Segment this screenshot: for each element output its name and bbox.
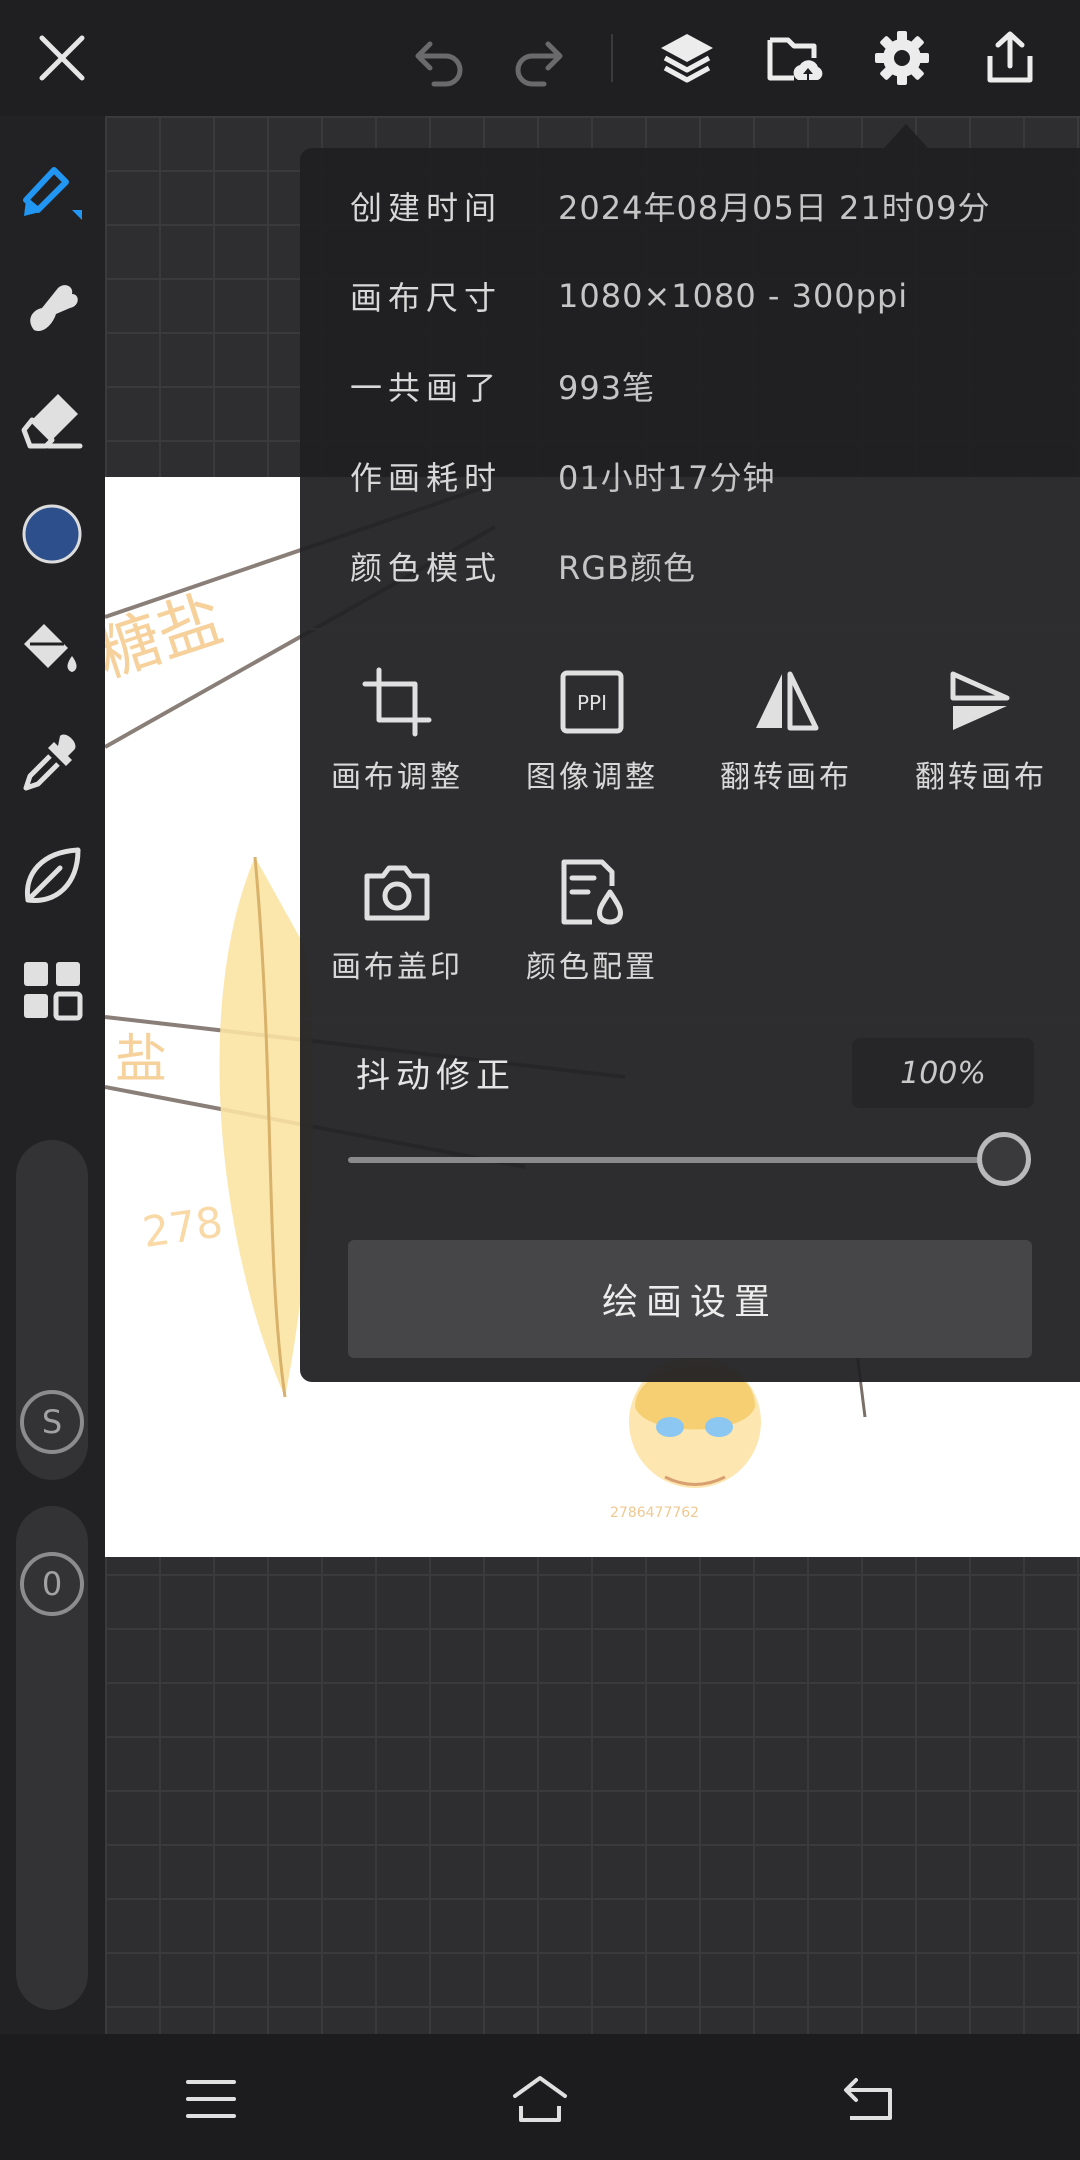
svg-text:278: 278 xyxy=(140,1197,226,1257)
home-icon[interactable] xyxy=(505,2064,575,2134)
camera-icon xyxy=(364,865,430,921)
eraser-icon[interactable] xyxy=(14,382,90,458)
menu-icon[interactable] xyxy=(176,2064,246,2134)
brush-opacity-value-button[interactable]: 0 xyxy=(20,1552,84,1616)
info-label: 作画耗时 xyxy=(350,459,503,497)
paint-settings-button[interactable]: 绘画设置 xyxy=(348,1240,1032,1358)
stabilizer-slider-track[interactable] xyxy=(348,1157,1004,1163)
crop-icon xyxy=(362,667,432,737)
app-root: S 0 糖盐 盐 278 2786477762 创建时间 2024年08月05日… xyxy=(0,0,1080,2160)
share-export-icon[interactable] xyxy=(974,22,1046,94)
canvas-stamp-button[interactable]: 画布盖印 xyxy=(317,856,477,1006)
smudge-finger-icon[interactable] xyxy=(14,268,90,344)
ppi-glyph: PPI xyxy=(577,691,607,715)
svg-text:2786477762: 2786477762 xyxy=(610,1505,699,1521)
info-value: 993笔 xyxy=(558,369,656,407)
stabilizer-value-field[interactable]: 100% xyxy=(852,1038,1034,1108)
info-row-canvas-size: 画布尺寸 1080×1080 - 300ppi xyxy=(350,266,908,326)
leaf-icon[interactable] xyxy=(14,838,90,914)
svg-text:糖盐: 糖盐 xyxy=(105,582,232,692)
info-label: 创建时间 xyxy=(350,189,503,227)
stabilizer-slider-thumb[interactable] xyxy=(977,1132,1031,1186)
flip-horizontal-icon xyxy=(756,671,819,731)
close-icon[interactable] xyxy=(26,22,98,94)
action-label: 画布调整 xyxy=(331,760,463,795)
brush-size-s-button[interactable]: S xyxy=(20,1390,84,1454)
action-label: 翻转画布 xyxy=(915,760,1047,795)
stabilizer-label: 抖动修正 xyxy=(356,1056,516,1096)
info-label: 一共画了 xyxy=(350,369,503,407)
image-adjust-button[interactable]: PPI 图像调整 xyxy=(512,666,672,816)
info-label: 颜色模式 xyxy=(350,549,503,587)
info-row-color-mode: 颜色模式 RGB颜色 xyxy=(350,536,696,596)
back-icon[interactable] xyxy=(834,2064,904,2134)
action-label: 画布盖印 xyxy=(331,950,463,985)
brush-opacity-label: 0 xyxy=(41,1565,63,1603)
ppi-icon: PPI xyxy=(560,670,624,734)
canvas-adjust-button[interactable]: 画布调整 xyxy=(317,666,477,816)
eyedropper-icon[interactable] xyxy=(14,724,90,800)
info-row-stroke-count: 一共画了 993笔 xyxy=(350,356,655,416)
brush-size-s-label: S xyxy=(41,1403,63,1441)
flip-canvas-vertical-button[interactable]: 翻转画布 xyxy=(901,666,1061,816)
info-row-drawing-time: 作画耗时 01小时17分钟 xyxy=(350,446,775,506)
paint-bucket-icon[interactable] xyxy=(14,610,90,686)
brush-pen-icon[interactable] xyxy=(14,154,90,230)
panel-divider xyxy=(300,628,1080,630)
action-label: 翻转画布 xyxy=(720,760,852,795)
canvas-settings-panel: 创建时间 2024年08月05日 21时09分 画布尺寸 1080×1080 -… xyxy=(300,148,1080,1382)
info-value: 1080×1080 - 300ppi xyxy=(558,277,909,315)
current-color-swatch[interactable] xyxy=(14,496,90,572)
info-value: RGB颜色 xyxy=(558,549,696,587)
flip-vertical-icon xyxy=(950,671,1010,730)
svg-text:盐: 盐 xyxy=(115,1030,167,1090)
settings-gear-icon[interactable] xyxy=(866,22,938,94)
left-tool-sidebar: S 0 xyxy=(0,116,105,2034)
info-row-created-time: 创建时间 2024年08月05日 21时09分 xyxy=(350,176,991,236)
top-toolbar xyxy=(0,0,1080,116)
action-label: 颜色配置 xyxy=(526,950,658,985)
color-profile-button[interactable]: 颜色配置 xyxy=(512,856,672,1006)
action-label: 图像调整 xyxy=(526,760,658,795)
undo-icon[interactable] xyxy=(404,22,476,94)
system-navigation-bar xyxy=(0,2034,1080,2160)
cloud-folder-icon[interactable] xyxy=(758,22,830,94)
panel-divider xyxy=(300,1018,1080,1020)
info-label: 画布尺寸 xyxy=(350,279,503,317)
color-profile-icon xyxy=(561,859,623,925)
more-tools-grid-icon[interactable] xyxy=(14,952,90,1028)
toolbar-divider xyxy=(611,34,613,82)
panel-pointer xyxy=(884,124,928,148)
info-value: 2024年08月05日 21时09分 xyxy=(558,189,991,227)
layers-icon[interactable] xyxy=(651,22,723,94)
redo-icon[interactable] xyxy=(502,22,574,94)
info-value: 01小时17分钟 xyxy=(558,459,776,497)
flip-canvas-horizontal-button[interactable]: 翻转画布 xyxy=(706,666,866,816)
